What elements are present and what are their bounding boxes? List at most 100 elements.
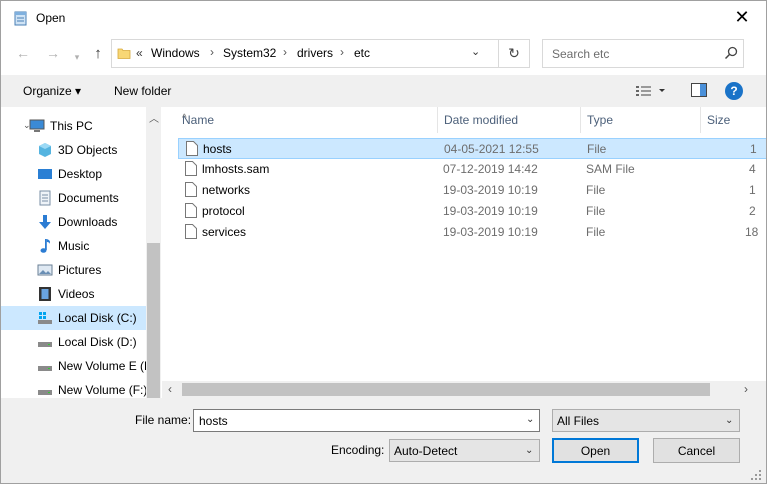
sidebar-item-3d-objects[interactable]: 3D Objects (1, 138, 146, 162)
breadcrumb-separator-icon[interactable]: › (210, 45, 214, 59)
help-icon[interactable]: ? (725, 82, 743, 100)
preview-pane-icon[interactable] (691, 83, 707, 97)
sidebar-item-local-disk-d[interactable]: Local Disk (D:) (1, 330, 146, 354)
breadcrumb-etc[interactable]: etc (354, 46, 370, 60)
forward-button[interactable]: → (41, 41, 65, 65)
resize-grip-icon[interactable] (749, 468, 763, 482)
sidebar-item-downloads[interactable]: Downloads (1, 210, 146, 234)
sidebar-item-label: 3D Objects (58, 143, 118, 157)
column-header-name[interactable]: Name ^ (176, 107, 438, 133)
file-row-services[interactable]: services 19-03-2019 10:19 File 18 (178, 222, 766, 243)
new-folder-button[interactable]: New folder (114, 84, 171, 98)
column-header-label: Size (707, 113, 731, 127)
column-header-type[interactable]: Type (581, 107, 701, 133)
file-type: SAM File (586, 162, 635, 176)
scroll-up-icon[interactable]: ︿ (149, 110, 159, 125)
file-date: 19-03-2019 10:19 (443, 204, 538, 218)
column-header-date[interactable]: Date modified (438, 107, 581, 133)
file-date: 07-12-2019 14:42 (443, 162, 538, 176)
sidebar-item-new-volume-f[interactable]: New Volume (F:) (1, 378, 148, 398)
documents-icon (39, 190, 51, 206)
sidebar-item-music[interactable]: Music (1, 234, 146, 258)
breadcrumb-separator-icon[interactable]: › (340, 45, 344, 59)
back-button[interactable]: ← (11, 41, 35, 65)
pictures-icon (37, 264, 53, 276)
breadcrumb-drivers[interactable]: drivers (297, 46, 333, 60)
scroll-right-icon[interactable]: › (744, 382, 748, 396)
sidebar-item-label: New Volume (F:) (58, 383, 148, 397)
file-name-field[interactable]: hosts ⌄ (193, 409, 540, 432)
file-row-networks[interactable]: networks 19-03-2019 10:19 File 1 (178, 180, 766, 201)
file-date: 04-05-2021 12:55 (444, 142, 539, 156)
sidebar-item-label: Desktop (58, 167, 103, 181)
sidebar-item-desktop[interactable]: Desktop (1, 162, 146, 186)
sort-ascending-icon: ^ (182, 113, 187, 124)
file-date: 19-03-2019 10:19 (443, 183, 538, 197)
file-date: 19-03-2019 10:19 (443, 225, 538, 239)
sidebar-item-new-volume-e[interactable]: New Volume E (E (1, 354, 152, 378)
sidebar-item-label: Music (58, 239, 90, 253)
chevron-down-icon: ⌄ (725, 415, 734, 426)
breadcrumb-separator-icon[interactable]: › (283, 45, 287, 59)
file-row-hosts[interactable]: hosts 04-05-2021 12:55 File 1 (178, 138, 766, 159)
desktop-icon (38, 169, 52, 179)
column-header-label: Type (587, 113, 614, 127)
sidebar-item-this-pc[interactable]: ⌄ This PC (1, 114, 146, 138)
sidebar-item-local-disk-c[interactable]: Local Disk (C:) (1, 306, 146, 330)
search-box[interactable]: Search etc (542, 39, 744, 68)
file-size: 1 (749, 183, 756, 197)
breadcrumb-system32[interactable]: System32 (223, 46, 276, 60)
navigation-scrollbar[interactable]: ︿ (146, 107, 161, 398)
downloads-icon (39, 215, 51, 229)
address-bar[interactable]: « Windows › System32 › drivers › etc ⌄ (111, 39, 499, 68)
sidebar-item-label: New Volume E (E (58, 359, 153, 373)
breadcrumb-windows[interactable]: Windows (151, 46, 200, 60)
file-type: File (586, 183, 606, 197)
command-toolbar: Organize ▾ New folder ? (1, 75, 766, 107)
drive-icon (38, 366, 52, 371)
horizontal-scrollbar[interactable]: ‹ › (162, 381, 766, 398)
file-name-label: File name: (135, 413, 192, 427)
open-button[interactable]: Open (552, 438, 639, 463)
file-name-input[interactable]: hosts (199, 414, 228, 428)
file-type-select[interactable]: All Files ⌄ (552, 409, 740, 432)
music-icon (40, 239, 50, 253)
file-list: Name ^ Date modified Type Size hosts 04-… (162, 107, 766, 398)
scrollbar-thumb[interactable] (147, 243, 160, 398)
file-name: protocol (202, 204, 245, 218)
breadcrumb-overflow-icon[interactable]: « (136, 46, 143, 60)
up-button[interactable]: ↑ (86, 41, 110, 65)
file-name: lmhosts.sam (202, 162, 270, 176)
change-view-icon[interactable] (635, 83, 669, 99)
address-dropdown-icon[interactable]: ⌄ (471, 45, 480, 58)
cancel-button[interactable]: Cancel (653, 438, 740, 463)
this-pc-icon (29, 119, 45, 132)
file-icon (185, 182, 197, 197)
file-row-protocol[interactable]: protocol 19-03-2019 10:19 File 2 (178, 201, 766, 222)
file-type: File (586, 225, 606, 239)
search-icon (724, 46, 738, 60)
chevron-down-icon: ⌄ (525, 445, 534, 456)
sidebar-item-videos[interactable]: Videos (1, 282, 146, 306)
sidebar-item-documents[interactable]: Documents (1, 186, 146, 210)
refresh-button[interactable]: ↻ (499, 39, 530, 68)
search-input[interactable]: Search etc (552, 47, 609, 61)
encoding-select[interactable]: Auto-Detect ⌄ (389, 439, 540, 462)
sidebar-item-pictures[interactable]: Pictures (1, 258, 146, 282)
chevron-down-icon[interactable]: ⌄ (526, 414, 534, 425)
sidebar-item-label: This PC (50, 119, 93, 133)
scrollbar-thumb[interactable] (182, 383, 710, 396)
navigation-pane: ⌄ This PC 3D Objects Desktop Documents D… (1, 107, 161, 398)
title-bar: Open ✕ (1, 1, 766, 34)
file-icon (185, 203, 197, 218)
close-button[interactable]: ✕ (719, 1, 765, 34)
file-row-lmhosts[interactable]: lmhosts.sam 07-12-2019 14:42 SAM File 4 (178, 159, 766, 180)
scroll-left-icon[interactable]: ‹ (168, 382, 172, 396)
file-icon (185, 224, 197, 239)
sidebar-item-label: Downloads (58, 215, 118, 229)
organize-menu[interactable]: Organize ▾ (23, 84, 81, 98)
file-name: hosts (203, 142, 232, 156)
drive-icon (38, 342, 52, 347)
column-header-size[interactable]: Size (701, 107, 766, 133)
sidebar-item-label: Local Disk (D:) (58, 335, 137, 349)
